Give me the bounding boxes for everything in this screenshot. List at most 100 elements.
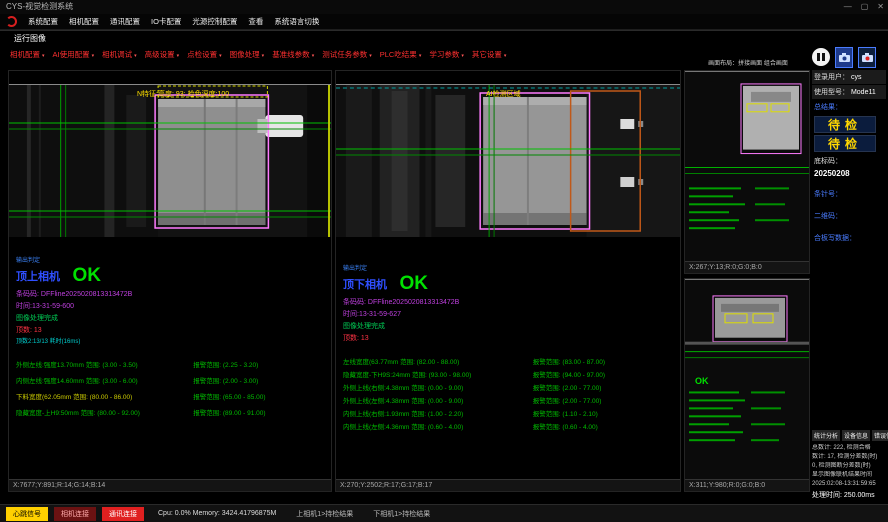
- measurement-row: 外侧上线(右侧:4.38mm 范围: (0.00 - 9.00) 报警范围: (…: [343, 382, 676, 395]
- minimize-button[interactable]: —: [844, 0, 852, 14]
- tab-run-image[interactable]: 运行图像: [14, 33, 46, 44]
- stats-tabs: 统计分析 设备信息 错误信息: [812, 430, 886, 441]
- right-sidebar: 登录用户： cys 使用型号： Mode11 总结果： 待检 待检 底标码： 2…: [812, 44, 886, 504]
- menu-light-config[interactable]: 光源控制配置: [192, 14, 237, 29]
- menu-language-switch[interactable]: 系统语言切换: [274, 14, 319, 29]
- model-row: 使用型号： Mode11: [812, 85, 886, 99]
- menu-io-config[interactable]: IO卡配置: [151, 14, 181, 29]
- result-panel-top: 输出判定 顶上相机 OK 条码码: DFFline202502081331347…: [16, 255, 327, 422]
- status-badge: OK: [399, 273, 428, 294]
- toolbar-test-task-params-button[interactable]: 测试任务参数: [322, 49, 372, 60]
- status-badge: OK: [72, 265, 101, 286]
- tab-stats-analysis[interactable]: 统计分析: [812, 430, 840, 441]
- toolbar-plc-result-button[interactable]: PLC吃结果: [380, 49, 422, 60]
- side-view-1-image[interactable]: [685, 71, 809, 261]
- camera-image-bottom[interactable]: AI检测区域: [336, 84, 680, 237]
- tab-error-info[interactable]: 错误信息: [872, 430, 888, 441]
- measurement-rows: 外侧左线:强度13.70mm 范围: (3.00 - 3.50) 报警范围: (…: [16, 358, 327, 422]
- upper-camera-result-text: 上相机1>持检结果: [296, 509, 353, 519]
- camera-view-top: N特征:高度: 93; 检色深度:100 输出判定 顶上相机 OK 条码码: D…: [8, 70, 332, 492]
- tab-device-info[interactable]: 设备信息: [842, 430, 870, 441]
- total-result-label: 总结果：: [812, 100, 886, 114]
- stat-line: 总数计: 222, 检测合格: [812, 444, 886, 453]
- camera-image-top-graphic: [9, 85, 331, 237]
- camera-connection-indicator: 相机连接: [54, 507, 96, 521]
- model-label: 使用型号：: [814, 89, 849, 96]
- base-code-value: 20250208: [812, 168, 886, 179]
- login-user-value: cys: [851, 74, 862, 81]
- side-view-2: OK X:311;Y:980;R:0;G:0;B:0: [684, 278, 810, 492]
- sidebar-action-icons: [812, 44, 886, 70]
- process-status-text: 图像处理完成: [343, 321, 676, 331]
- menu-bar: 系统配置 相机配置 通讯配置 IO卡配置 光源控制配置 查看 系统语言切换: [0, 14, 888, 30]
- toolbar-camera-debug-button[interactable]: 相机调试: [102, 49, 137, 60]
- toolbar-advanced-settings-button[interactable]: 高级设置: [145, 49, 180, 60]
- timestamp-text: 时间:13-31-59-627: [343, 309, 676, 319]
- process-status-text: 图像处理完成: [16, 313, 327, 323]
- measurement-row: 隐藏宽度-下H9S:24mm 范围: (93.00 - 98.00) 报警范围:…: [343, 369, 676, 382]
- toolbar-other-settings-button[interactable]: 其它设置: [472, 49, 507, 60]
- side-view-1: X:267;Y:13;R:0;G:0;B:0: [684, 70, 810, 274]
- menu-camera-config[interactable]: 相机配置: [69, 14, 99, 29]
- measurement-row: 内侧左线:强度14.60mm 范围: (3.00 - 6.00) 报警范围: (…: [16, 374, 327, 390]
- cpu-memory-readout: Cpu: 0.0% Memory: 3424.41796875M: [158, 510, 276, 517]
- measurement-row: 内侧上线(左侧:4.36mm 范围: (0.60 - 4.00) 报警范围: (…: [343, 421, 676, 434]
- image-overlay-text-bottom: AI检测区域: [486, 89, 521, 99]
- camera-name: 顶下相机: [343, 279, 387, 291]
- stat-line: 显示图像联机结果时间: [812, 471, 886, 480]
- measurement-row: 左线宽度(63.77mm 范围: (82.00 - 88.00) 报警范围: (…: [343, 356, 676, 369]
- measurement-row: 外侧左线:强度13.70mm 范围: (3.00 - 3.50) 报警范围: (…: [16, 358, 327, 374]
- result-box-1: 待检: [814, 116, 876, 133]
- login-user-row: 登录用户： cys: [812, 70, 886, 84]
- barcode-text: 条码码: DFFline2025020813313472B: [343, 297, 676, 307]
- model-select[interactable]: Mode11: [851, 89, 876, 96]
- toolbar-ai-config-button[interactable]: AI使用配置: [53, 49, 95, 60]
- process-time-line: 处理时间: 250.00ms: [812, 491, 886, 500]
- pause-button[interactable]: [812, 48, 830, 66]
- camera-image-bottom-graphic: [336, 85, 680, 237]
- toolbar-camera-config-button[interactable]: 相机配置: [10, 49, 45, 60]
- camera-layout-button-1[interactable]: [835, 47, 853, 68]
- judge-label: 输出判定: [343, 263, 676, 272]
- barcode-text: 条码码: DFFline2025020813313472B: [16, 289, 327, 299]
- toolbar-spotcheck-button[interactable]: 点检设置: [187, 49, 222, 60]
- menu-system-config[interactable]: 系统配置: [28, 14, 58, 29]
- toolbar-baseline-params-button[interactable]: 基准线参数: [272, 49, 314, 60]
- camera-name: 顶上相机: [16, 271, 60, 283]
- pixel-coords-readout: X:267;Y:13;R:0;G:0;B:0: [685, 261, 809, 273]
- board-write-label: 合板写数据：: [812, 231, 886, 245]
- camera-layout-button-2[interactable]: [858, 47, 876, 68]
- menu-view[interactable]: 查看: [248, 14, 263, 29]
- side-view-2-image[interactable]: OK: [685, 279, 809, 479]
- pin-number-label: 条针号：: [812, 187, 886, 201]
- stat-line: 2025:02:08-13:31:59:65: [812, 480, 886, 489]
- camera-image-top[interactable]: N特征:高度: 93; 检色深度:100: [9, 84, 331, 237]
- measurement-row: 下料宽度(62.05mm 范围: (80.00 - 86.00) 报警范围: (…: [16, 390, 327, 406]
- camera-icon: [839, 53, 850, 62]
- window-controls: — ▢ ✕: [844, 0, 884, 14]
- side-view-1-graphic: [685, 72, 809, 261]
- tab-row: 运行图像: [0, 30, 888, 45]
- lower-camera-result-text: 下相机1>持检结果: [373, 509, 430, 519]
- window-title: CYS-视觉检测系统: [6, 2, 73, 11]
- stats-section: 统计分析 设备信息 错误信息 总数计: 222, 检测合格 数计: 17, 检测…: [812, 430, 886, 500]
- maximize-button[interactable]: ▢: [861, 0, 869, 14]
- close-button[interactable]: ✕: [877, 0, 884, 14]
- toolbar-learn-params-button[interactable]: 学习参数: [429, 49, 464, 60]
- status-bar: 心跳信号 相机连接 通讯连接 Cpu: 0.0% Memory: 3424.41…: [0, 504, 888, 522]
- measurement-rows: 左线宽度(63.77mm 范围: (82.00 - 88.00) 报警范围: (…: [343, 356, 676, 434]
- stat-line: 0, 检测图断分差数(时): [812, 462, 886, 471]
- heartbeat-indicator: 心跳信号: [6, 507, 48, 521]
- measurement-row: 隐藏宽度-上H9:50mm 范围: (80.00 - 92.00) 报警范围: …: [16, 406, 327, 422]
- toolbar-image-process-button[interactable]: 图像处理: [230, 49, 265, 60]
- result-panel-bottom: 输出判定 顶下相机 OK 条码码: DFFline202502081331347…: [343, 263, 676, 434]
- qr-code-label: 二维码：: [812, 209, 886, 223]
- camera-view-bottom: AI检测区域 输出判定 顶下相机 OK 条码码: DFFline20250208…: [335, 70, 681, 492]
- menu-comm-config[interactable]: 通讯配置: [110, 14, 140, 29]
- pixel-coords-readout: X:7677;Y:891;R:14;G:14;B:14: [9, 479, 331, 491]
- window-titlebar: CYS-视觉检测系统 — ▢ ✕: [0, 0, 888, 14]
- camera-icon: [862, 53, 873, 62]
- app-logo-icon: [6, 16, 17, 27]
- count-text: 顶数: 13: [16, 325, 327, 335]
- judge-label: 输出判定: [16, 255, 327, 264]
